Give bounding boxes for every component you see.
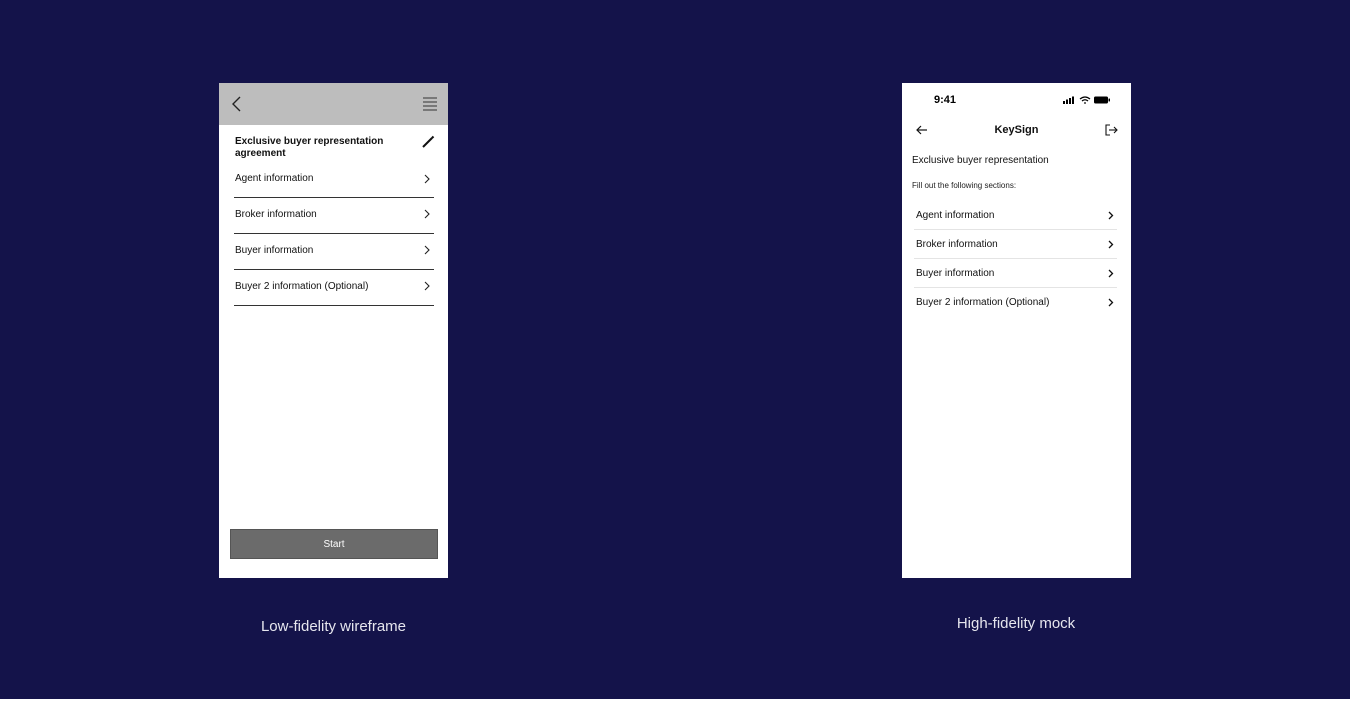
chevron-right-icon: [424, 174, 430, 184]
hamburger-menu-icon[interactable]: [421, 95, 439, 113]
status-bar-time: 9:41: [934, 94, 957, 106]
list-item-label: Broker information: [235, 209, 317, 220]
start-button[interactable]: Start: [230, 529, 438, 559]
lofi-section-list: Agent information Broker information Buy…: [234, 164, 434, 306]
page-subheading: Fill out the following sections:: [912, 181, 1017, 190]
chevron-right-icon: [1108, 269, 1114, 278]
list-item-label: Agent information: [235, 173, 314, 184]
list-item-label: Buyer 2 information (Optional): [235, 281, 369, 292]
lofi-top-bar: [219, 83, 448, 125]
hifi-list-item-agent[interactable]: Agent information: [914, 201, 1117, 230]
logout-icon[interactable]: [1103, 122, 1119, 138]
hifi-list-item-buyer[interactable]: Buyer information: [914, 259, 1117, 288]
signal-icon: [1063, 96, 1074, 104]
list-item-label: Buyer information: [916, 268, 995, 279]
lofi-wireframe-screen: Exclusive buyer representation agreement…: [219, 83, 448, 578]
battery-icon: [1094, 96, 1110, 104]
status-bar-icons: [1063, 96, 1110, 104]
hifi-list-item-broker[interactable]: Broker information: [914, 230, 1117, 259]
lofi-page-title: Exclusive buyer representation agreement: [235, 136, 384, 159]
hifi-mock-screen: 9:41 KeySign Exclusive buyer representat…: [902, 83, 1131, 578]
lofi-list-item-broker[interactable]: Broker information: [234, 198, 434, 234]
lofi-list-item-buyer[interactable]: Buyer information: [234, 234, 434, 270]
page-heading: Exclusive buyer representation: [912, 155, 1049, 166]
list-item-label: Agent information: [916, 210, 995, 221]
chevron-right-icon: [1108, 211, 1114, 220]
back-chevron-icon[interactable]: [227, 94, 247, 114]
lofi-list-item-agent[interactable]: Agent information: [234, 164, 434, 198]
list-item-label: Buyer information: [235, 245, 314, 256]
hifi-section-list: Agent information Broker information Buy…: [914, 201, 1117, 317]
lofi-caption: Low-fidelity wireframe: [260, 618, 407, 635]
hifi-list-item-buyer-2[interactable]: Buyer 2 information (Optional): [914, 288, 1117, 317]
hifi-caption: High-fidelity mock: [956, 615, 1076, 632]
chevron-right-icon: [1108, 240, 1114, 249]
chevron-right-icon: [424, 209, 430, 219]
list-item-label: Broker information: [916, 239, 998, 250]
chevron-right-icon: [424, 281, 430, 291]
list-item-label: Buyer 2 information (Optional): [916, 297, 1050, 308]
app-title: KeySign: [994, 124, 1039, 136]
chevron-right-icon: [424, 245, 430, 255]
lofi-list-item-buyer-2[interactable]: Buyer 2 information (Optional): [234, 270, 434, 306]
chevron-right-icon: [1108, 298, 1114, 307]
wifi-icon: [1079, 96, 1091, 104]
pencil-icon[interactable]: [421, 135, 435, 149]
